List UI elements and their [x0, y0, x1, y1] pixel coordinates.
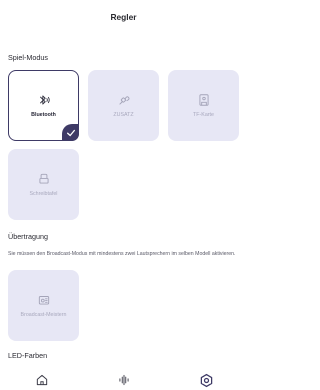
mode-card-label: TF-Karte [193, 112, 214, 118]
mode-card-label: ZUSATZ [113, 112, 134, 118]
settings-screen: Regler Spiel-Modus Bluetooth ZUSATZ TF-K… [0, 0, 247, 390]
page-title: Regler [110, 12, 137, 22]
mode-card-aux[interactable]: ZUSATZ [88, 70, 159, 141]
bottom-nav [0, 366, 247, 390]
mode-card-label: Bluetooth [31, 112, 56, 118]
nav-equalizer-button[interactable] [115, 372, 133, 388]
nav-home-button[interactable] [33, 372, 51, 388]
home-icon [36, 374, 48, 386]
broadcast-master-icon [38, 296, 49, 305]
broadcast-card-master[interactable]: Broadcast-Meistern [8, 270, 79, 341]
drawing-tablet-icon [38, 173, 49, 184]
mode-card-tf-card[interactable]: TF-Karte [168, 70, 239, 141]
broadcast-description: Sie müssen den Broadcast-Modus mit minde… [8, 251, 236, 257]
section-title-game-mode: Spiel-Modus [8, 53, 48, 62]
mode-card-label: Schreibtafel [29, 191, 58, 197]
sd-card-icon [198, 94, 209, 106]
broadcast-card-label: Broadcast-Meistern [20, 312, 67, 318]
nav-settings-button[interactable] [197, 372, 215, 388]
aux-cable-icon [118, 96, 129, 105]
settings-icon [200, 373, 212, 387]
equalizer-icon [119, 374, 129, 386]
section-title-led-colors: LED-Farben [8, 351, 48, 360]
mode-card-bluetooth[interactable]: Bluetooth [8, 70, 79, 141]
mode-card-drawing-board[interactable]: Schreibtafel [8, 149, 79, 220]
section-title-broadcast: Übertragung [8, 232, 48, 241]
bluetooth-audio-icon [39, 95, 50, 105]
selected-check-icon [62, 124, 79, 141]
